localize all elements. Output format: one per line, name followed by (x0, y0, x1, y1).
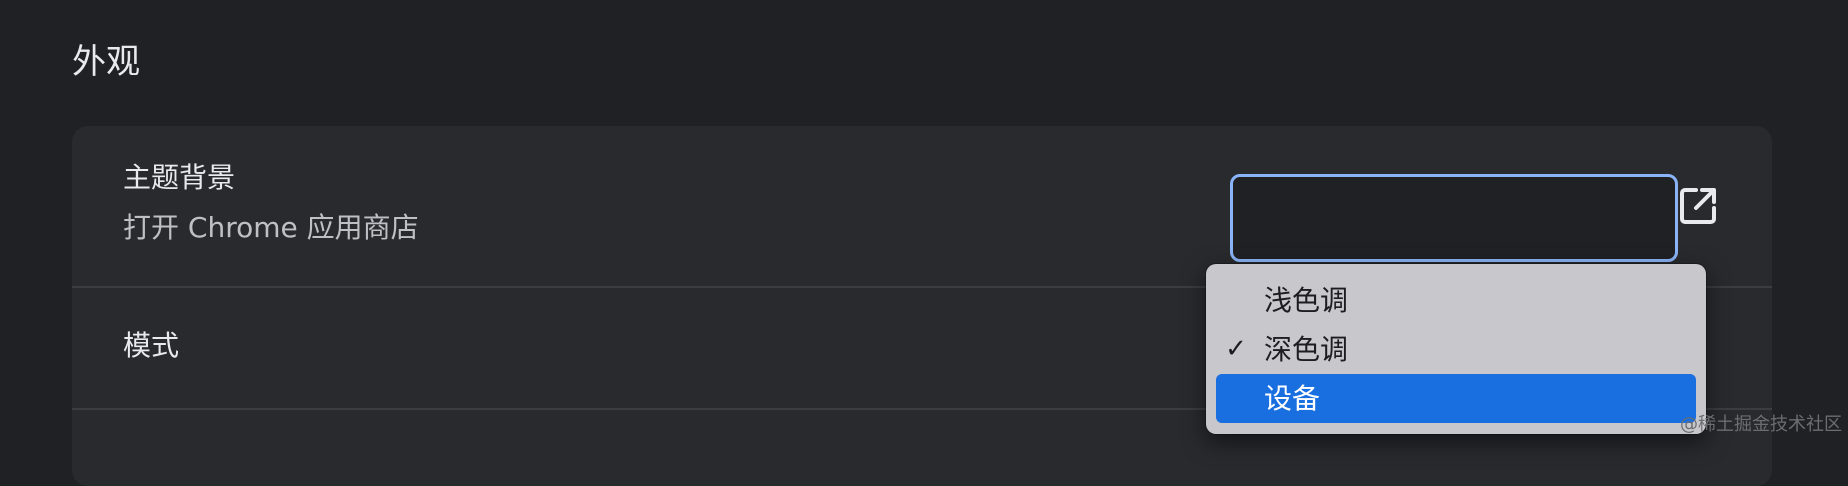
mode-select[interactable] (1230, 174, 1678, 262)
theme-sublabel: 打开 Chrome 应用商店 (123, 211, 419, 244)
open-in-new-icon[interactable] (1676, 184, 1720, 228)
option-label: 浅色调 (1264, 284, 1349, 317)
option-label: 设备 (1264, 382, 1321, 415)
option-dark[interactable]: ✓ 深色调 (1216, 325, 1696, 374)
option-light[interactable]: 浅色调 (1216, 276, 1696, 325)
theme-label: 主题背景 (123, 161, 236, 194)
section-title-appearance: 外观 (72, 42, 140, 82)
mode-label: 模式 (123, 329, 180, 362)
mode-dropdown-menu: 浅色调 ✓ 深色调 设备 (1206, 264, 1706, 434)
option-device[interactable]: 设备 (1216, 374, 1696, 423)
option-label: 深色调 (1264, 333, 1349, 366)
watermark: @稀土掘金技术社区 (1680, 414, 1842, 435)
check-icon: ✓ (1225, 334, 1247, 364)
